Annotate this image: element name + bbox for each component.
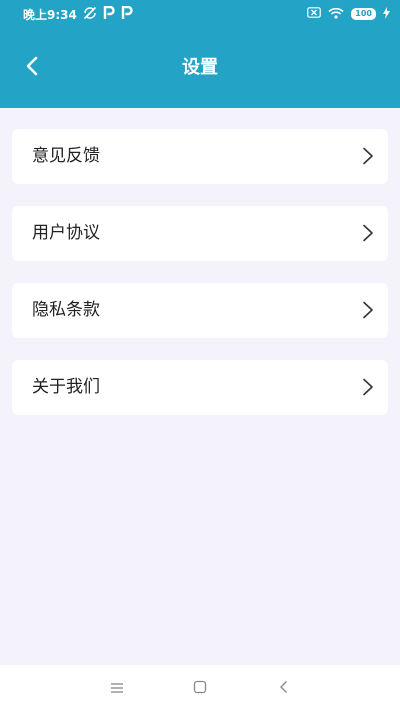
chevron-left-icon	[26, 56, 38, 80]
menu-icon	[110, 679, 124, 698]
status-right: 100	[307, 0, 390, 28]
charging-icon	[383, 6, 390, 22]
menu-item-about-us[interactable]: 关于我们	[12, 360, 388, 415]
menu-item-label: 关于我们	[32, 377, 100, 397]
menu-item-user-agreement[interactable]: 用户协议	[12, 206, 388, 261]
status-left: 晚上9:34	[23, 0, 133, 28]
chevron-right-icon	[362, 147, 374, 165]
status-time: 晚上9:34	[23, 7, 77, 22]
header: 设置	[0, 28, 400, 108]
wifi-icon	[328, 7, 344, 22]
settings-menu: 意见反馈 用户协议 隐私条款 关于我们	[12, 129, 388, 437]
home-button[interactable]	[185, 673, 215, 703]
p-app-icon	[103, 5, 115, 23]
menu-item-privacy-policy[interactable]: 隐私条款	[12, 283, 388, 338]
status-bar: 晚上9:34 100	[0, 0, 400, 28]
menu-item-feedback[interactable]: 意见反馈	[12, 129, 388, 184]
chevron-right-icon	[362, 224, 374, 242]
system-nav-bar	[0, 665, 400, 711]
menu-item-label: 隐私条款	[32, 300, 100, 320]
chevron-right-icon	[362, 301, 374, 319]
back-icon	[279, 679, 289, 698]
menu-item-label: 用户协议	[32, 223, 100, 243]
battery-icon: 100	[351, 8, 376, 20]
sim-x-icon	[307, 7, 322, 21]
menu-item-label: 意见反馈	[32, 146, 100, 166]
menu-button[interactable]	[102, 673, 132, 703]
back-button[interactable]	[14, 50, 50, 86]
page-title: 设置	[182, 57, 218, 78]
sync-off-icon	[83, 6, 97, 23]
back-nav-button[interactable]	[269, 673, 299, 703]
p-app-icon	[121, 5, 133, 23]
chevron-right-icon	[362, 378, 374, 396]
home-icon	[193, 679, 207, 698]
